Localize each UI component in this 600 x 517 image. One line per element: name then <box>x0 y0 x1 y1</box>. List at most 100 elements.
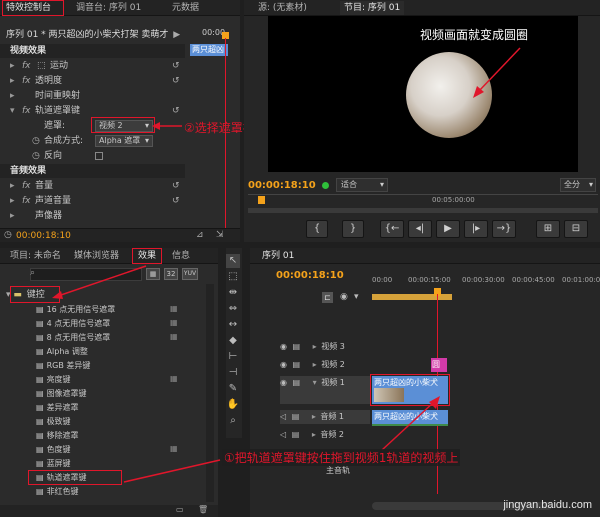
zoom-tool-icon[interactable]: ⌕ <box>226 414 240 428</box>
clip-video2[interactable]: 圆 <box>431 358 447 372</box>
program-ruler[interactable]: 00:05:00:00 <box>248 194 598 206</box>
slip-tool-icon[interactable]: ⊢ <box>226 350 240 364</box>
expand-icon[interactable]: ▸ <box>10 179 15 193</box>
expand-icon[interactable]: ▸ <box>313 342 317 351</box>
mark-in-button[interactable]: { <box>306 220 328 238</box>
program-zoom-bar[interactable] <box>248 208 598 213</box>
effect-row-channel-volume[interactable]: ▸ fx 声道音量 ↺ <box>0 194 185 208</box>
go-to-in-button[interactable]: {← <box>380 220 404 238</box>
track-select-tool-icon[interactable]: ⬚ <box>226 270 240 284</box>
marker-icon[interactable]: ◉ <box>340 292 348 302</box>
razor-tool-icon[interactable]: ◆ <box>226 334 240 348</box>
effect-item[interactable]: ▤ 非红色键 <box>36 485 79 498</box>
expand-icon[interactable]: ▸ <box>313 360 317 369</box>
fit-select[interactable]: 适合 ▾ <box>336 178 388 192</box>
zoom-icon[interactable]: ⊿ <box>196 230 204 240</box>
reset-icon[interactable]: ↺ <box>172 104 180 118</box>
opacity-label: 透明度 <box>35 76 63 86</box>
expand-icon[interactable]: ▸ <box>10 59 15 73</box>
expand-icon[interactable]: ▸ <box>312 430 316 439</box>
reverse-checkbox[interactable] <box>95 152 103 160</box>
effect-item[interactable]: ▤ 差异遮罩 <box>36 401 79 414</box>
tab-metadata[interactable]: 元数据 <box>168 1 203 15</box>
rolling-edit-tool-icon[interactable]: ⇔ <box>226 302 240 316</box>
effect-item[interactable]: ▤ Alpha 调整 <box>36 345 88 358</box>
collapse-icon[interactable]: ▾ <box>313 378 317 387</box>
pen-tool-icon[interactable]: ✎ <box>226 382 240 396</box>
collapse-icon[interactable]: ▾ <box>10 104 15 118</box>
effect-item[interactable]: ▤ 极致键 <box>36 415 71 428</box>
program-playhead[interactable] <box>258 196 265 204</box>
sync-icon[interactable]: ▤ <box>292 430 300 439</box>
composite-select[interactable]: Alpha 遮罩 ▾ <box>95 135 153 147</box>
tab-media-browser[interactable]: 媒体浏览器 <box>70 249 123 263</box>
reset-icon[interactable]: ↺ <box>172 194 180 208</box>
effect-item[interactable]: ▤ 移除遮罩 <box>36 429 79 442</box>
speaker-icon[interactable]: ◁ <box>280 430 286 439</box>
expand-icon[interactable]: ▸ <box>10 74 15 88</box>
step-forward-button[interactable]: |▸ <box>464 220 488 238</box>
eye-icon[interactable]: ◉ <box>280 378 287 387</box>
reset-icon[interactable]: ↺ <box>172 179 180 193</box>
ripple-edit-tool-icon[interactable]: ⇹ <box>226 286 240 300</box>
export-icon[interactable]: ⇲ <box>216 230 224 240</box>
selection-tool-icon[interactable]: ↖ <box>226 254 240 268</box>
effect-item[interactable]: ▤ 亮度键 <box>36 373 71 386</box>
sync-icon[interactable]: ▤ <box>292 412 300 421</box>
play-button[interactable]: ▶ <box>436 220 460 238</box>
program-tabbar: 源: (无素材) 节目: 序列 01 <box>244 0 600 16</box>
reset-icon[interactable]: ↺ <box>172 74 180 88</box>
mini-clip[interactable]: 两只超凶 <box>190 44 228 56</box>
extract-button[interactable]: ⊟ <box>564 220 588 238</box>
tab-source[interactable]: 源: (无素材) <box>254 1 311 15</box>
slide-tool-icon[interactable]: ⊣ <box>226 366 240 380</box>
film-icon[interactable]: ▤ <box>293 378 301 387</box>
badge-yuv[interactable]: YUV <box>182 268 198 280</box>
effect-item[interactable]: ▤ 4 点无用信号遮罩 <box>36 317 110 330</box>
new-bin-icon[interactable]: ▭ <box>176 505 184 514</box>
effect-item[interactable]: ▤ 图像遮罩键 <box>36 387 87 400</box>
expand-icon[interactable]: ▸ <box>10 89 15 103</box>
step-back-button[interactable]: ◂| <box>408 220 432 238</box>
expand-icon[interactable]: ▸ <box>10 194 15 208</box>
trash-icon[interactable]: 🗑 <box>198 505 208 514</box>
effect-item[interactable]: ▤ 色度键 <box>36 443 71 456</box>
film-icon[interactable]: ▤ <box>293 342 301 351</box>
tab-audio-mixer[interactable]: 调音台: 序列 01 <box>72 1 145 15</box>
effect-item[interactable]: ▤ 8 点无用信号遮罩 <box>36 331 110 344</box>
effect-row-opacity[interactable]: ▸ fx 透明度 ↺ <box>0 74 185 88</box>
tab-sequence[interactable]: 序列 01 <box>258 249 298 263</box>
expand-icon[interactable]: ▸ <box>10 209 15 223</box>
effect-item[interactable]: ▤ 蓝屏键 <box>36 457 71 470</box>
effect-row-motion[interactable]: ▸ fx ⬚ 运动 ↺ <box>0 59 185 73</box>
effect-controls-timecode[interactable]: 00:00:18:10 <box>16 231 71 241</box>
film-icon[interactable]: ▤ <box>293 360 301 369</box>
expand-icon[interactable]: ▸ <box>312 412 316 421</box>
speaker-icon[interactable]: ◁ <box>280 412 286 421</box>
rate-stretch-tool-icon[interactable]: ↔ <box>226 318 240 332</box>
effect-item[interactable]: ▤ RGB 差异键 <box>36 359 90 372</box>
timeline-ruler[interactable]: 00:00 00:00:15:00 00:00:30:00 00:00:45:0… <box>372 274 600 304</box>
tab-project[interactable]: 项目: 未命名 <box>6 249 65 263</box>
effect-row-track-matte[interactable]: ▾ fx 轨道遮罩键 ↺ <box>0 104 185 118</box>
eye-icon[interactable]: ◉ <box>280 360 287 369</box>
go-to-out-button[interactable]: →} <box>492 220 516 238</box>
effect-row-volume[interactable]: ▸ fx 音量 ↺ <box>0 179 185 193</box>
collapse-arrow-icon[interactable]: ▶ <box>173 30 180 40</box>
effect-row-panner[interactable]: ▸ 声像器 <box>0 209 185 223</box>
badge-32[interactable]: 32 <box>164 268 178 280</box>
effect-item[interactable]: ▤ 16 点无用信号遮罩 <box>36 303 115 316</box>
snap-icon[interactable]: ⊏ <box>322 292 333 303</box>
lift-button[interactable]: ⊞ <box>536 220 560 238</box>
timeline-timecode[interactable]: 00:00:18:10 <box>276 270 344 281</box>
full-select[interactable]: 全分 ▾ <box>560 178 596 192</box>
add-marker-icon[interactable]: ▾ <box>354 292 359 302</box>
program-timecode[interactable]: 00:00:18:10 <box>248 180 316 191</box>
hand-tool-icon[interactable]: ✋ <box>226 398 240 412</box>
effect-row-time-remap[interactable]: ▸ 时间重映射 <box>0 89 185 103</box>
reset-icon[interactable]: ↺ <box>172 59 180 73</box>
eye-icon[interactable]: ◉ <box>280 342 287 351</box>
tab-info[interactable]: 信息 <box>168 249 194 263</box>
mark-out-button[interactable]: } <box>342 220 364 238</box>
tab-program[interactable]: 节目: 序列 01 <box>340 1 405 15</box>
